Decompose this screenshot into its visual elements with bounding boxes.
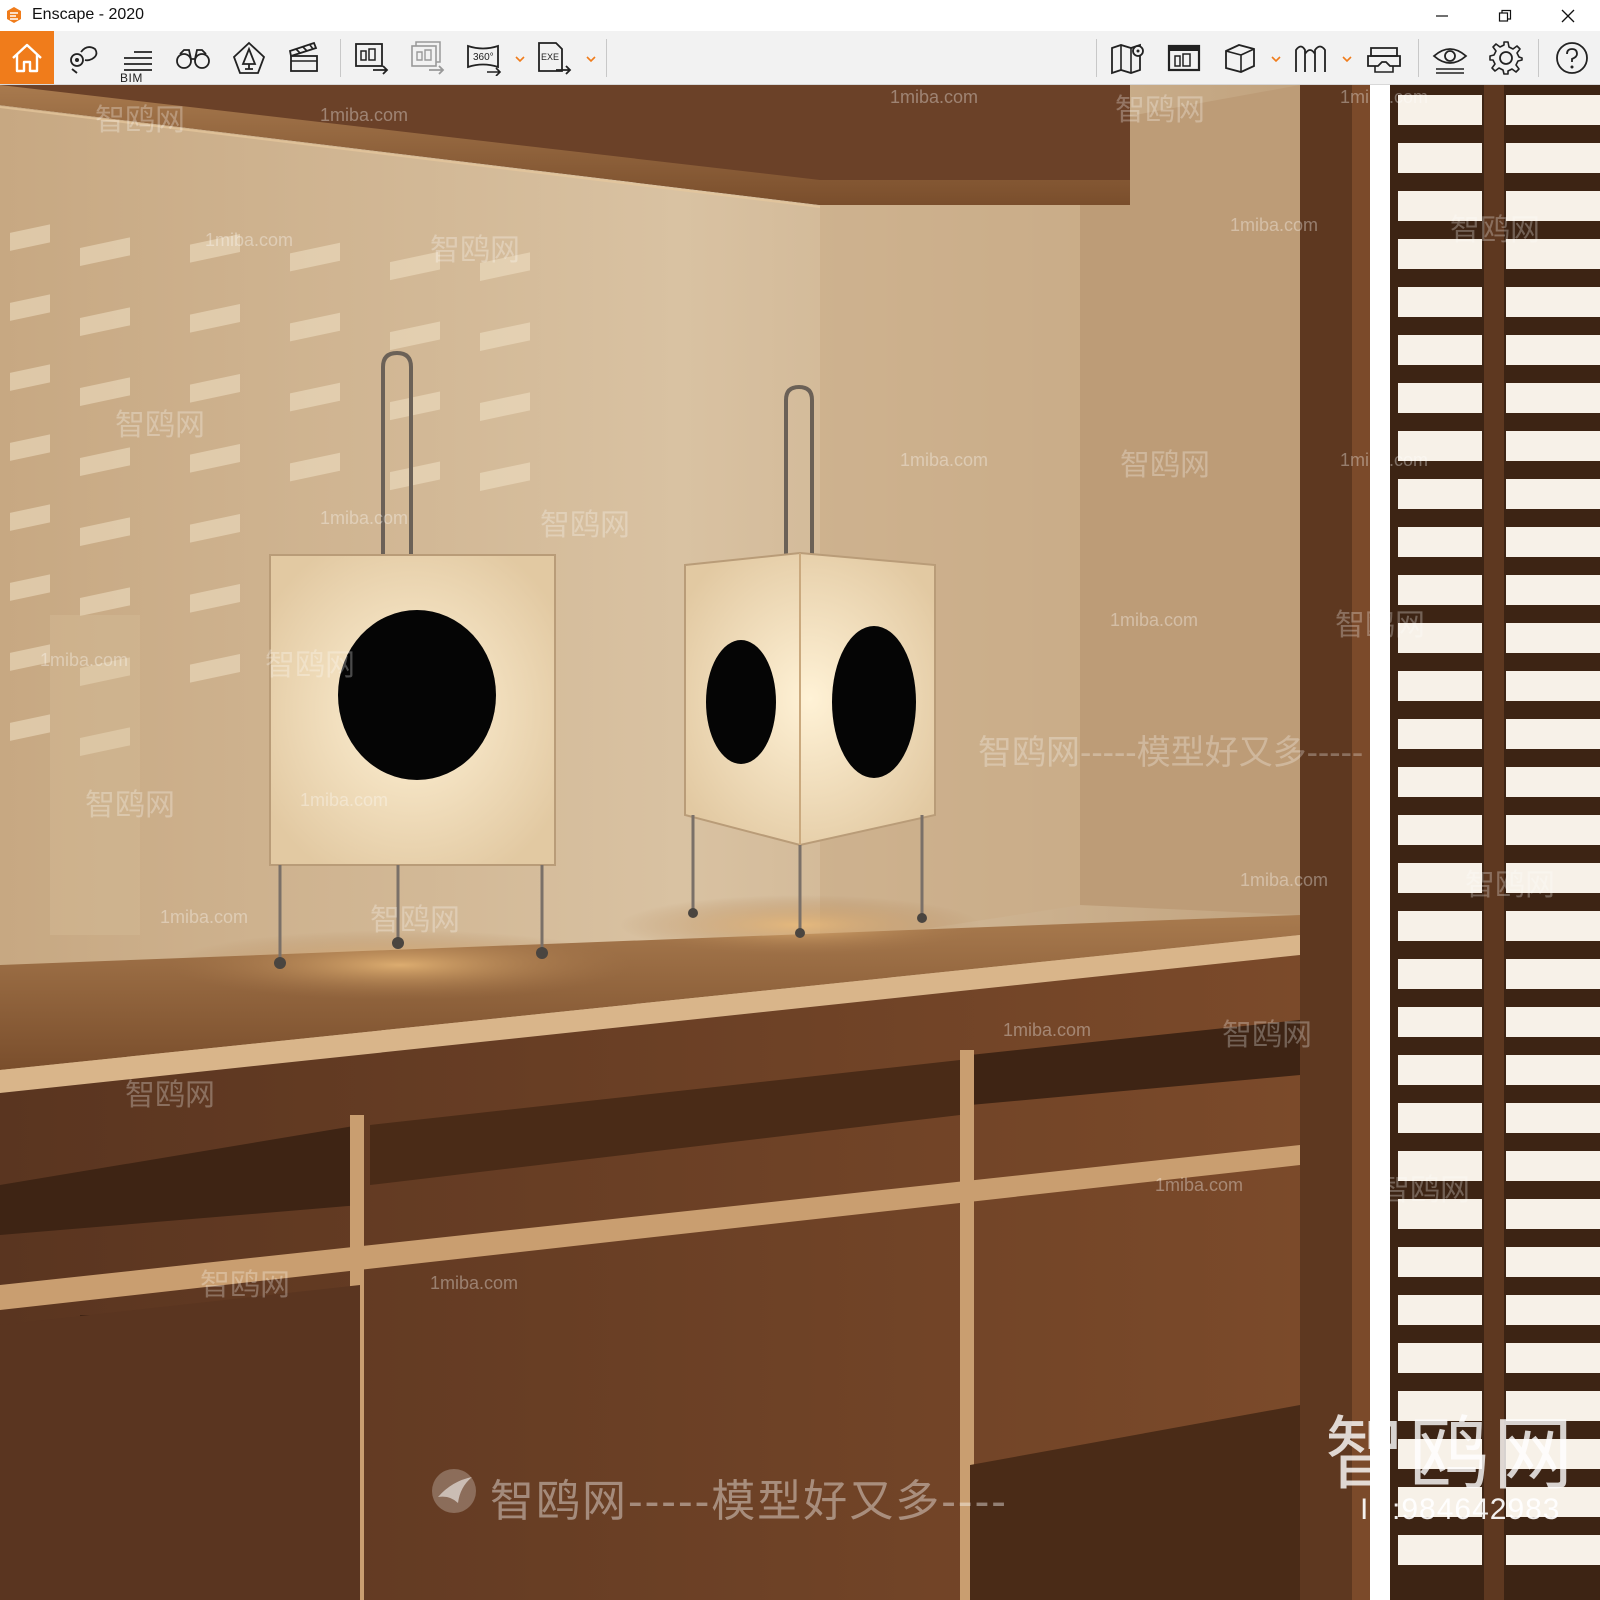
watermark-brand: 智鸥网 [265, 649, 355, 682]
vr-headset-icon [1367, 47, 1401, 73]
views-button[interactable] [61, 36, 105, 80]
watermark-id: ID:984642983 [1360, 1493, 1561, 1526]
asset-library-button[interactable] [227, 36, 271, 80]
gallery-button[interactable] [1162, 36, 1206, 80]
toolbar-separator [1538, 39, 1539, 77]
watermark-site: 1miba.com [430, 1273, 519, 1293]
watermark-site: 1miba.com [160, 907, 249, 927]
watermark-brand: 智鸥网 [115, 409, 205, 442]
watermark-site: 1miba.com [900, 450, 989, 470]
watermark-brand: 智鸥网 [1465, 869, 1555, 902]
help-icon [1556, 42, 1588, 74]
gallery-icon [1167, 44, 1201, 72]
export-dropdown-chevron-down-icon[interactable] [585, 53, 597, 65]
render-image-icon [355, 43, 389, 75]
export-exe-label: EXE [541, 52, 559, 62]
close-button[interactable] [1545, 0, 1591, 31]
atmosphere-icon [1295, 45, 1326, 72]
restore-icon [1498, 9, 1512, 22]
watermark-site: 1miba.com [40, 650, 129, 670]
panorama-360-label: 360° [473, 52, 494, 63]
watermark-site: 1miba.com [205, 230, 294, 250]
atmosphere-dropdown-chevron-down-icon[interactable] [1341, 53, 1353, 65]
rendered-scene [0, 85, 1600, 1600]
watermark-brand: 智鸥网 [85, 789, 175, 822]
atmosphere-button[interactable] [1289, 36, 1333, 80]
export-exe-button[interactable]: EXE [533, 36, 577, 80]
panorama-360-icon: 360° [467, 44, 502, 76]
watermark-brand: 智鸥网 [1335, 609, 1425, 642]
binoculars-icon [176, 49, 210, 69]
watermark-site: 1miba.com [890, 87, 979, 107]
title-bar: Enscape - 2020 [0, 0, 1600, 31]
watermark-brand: 智鸥网 [125, 1079, 215, 1112]
toolbar-separator [1418, 39, 1419, 77]
watermark-brand: 智鸥网 [1115, 94, 1205, 127]
watermark-brand: 智鸥网 [95, 104, 185, 137]
watermark-brand: 智鸥网 [370, 904, 460, 937]
video-editor-button[interactable] [282, 36, 326, 80]
walk-mode-button[interactable] [171, 36, 215, 80]
settings-button[interactable] [1484, 36, 1528, 80]
panorama-dropdown-chevron-down-icon[interactable] [514, 53, 526, 65]
watermark-brand: 智鸥网 [1120, 449, 1210, 482]
toolbar-separator [340, 39, 341, 77]
minimize-icon [1436, 14, 1448, 17]
watermark-site: 1miba.com [1155, 1175, 1244, 1195]
watermark-brand: 智鸥网 [1450, 214, 1540, 247]
watermark-big-brand: 智鸥网 [1325, 1408, 1577, 1501]
section-dropdown-chevron-down-icon[interactable] [1270, 53, 1282, 65]
restore-button[interactable] [1482, 0, 1528, 31]
window-title: Enscape - 2020 [32, 6, 145, 23]
watermark-slogan: 智鸥网-----模型好又多----- [978, 734, 1364, 772]
export-exe-icon: EXE [538, 42, 572, 75]
main-toolbar: BIM 360° EXE [0, 31, 1600, 109]
watermark-brand: 智鸥网 [1380, 1174, 1470, 1207]
bim-label: BIM [120, 71, 143, 85]
batch-render-button[interactable] [406, 36, 450, 80]
watermark-brand: 智鸥网 [430, 234, 520, 267]
gear-icon [1489, 41, 1523, 75]
render-image-button[interactable] [350, 36, 394, 80]
help-button[interactable] [1550, 36, 1594, 80]
toolbar-separator [1096, 39, 1097, 77]
toolbar-separator [606, 39, 607, 77]
watermark-site: 1miba.com [1340, 450, 1429, 470]
home-button[interactable] [0, 31, 54, 84]
tree-asset-icon [232, 41, 266, 74]
watermark-site: 1miba.com [1230, 215, 1319, 235]
location-pin-icon [70, 46, 98, 74]
watermark-site: 1miba.com [320, 508, 409, 528]
watermark-site: 1miba.com [1240, 870, 1329, 890]
batch-render-icon [411, 41, 445, 75]
close-icon [1561, 9, 1575, 22]
watermark-brand: 智鸥网 [1222, 1019, 1312, 1052]
clapperboard-icon [288, 41, 318, 72]
render-viewport[interactable]: 1miba.com 1miba.com 1miba.com 智鸥网 智鸥网 1m… [0, 85, 1600, 1600]
map-icon [1111, 43, 1144, 75]
box-section-icon [1225, 44, 1255, 73]
watermark-brand: 智鸥网 [200, 1269, 290, 1302]
watermark-site: 1miba.com [1110, 610, 1199, 630]
home-icon [12, 43, 42, 72]
watermark-site: 1miba.com [300, 790, 389, 810]
visual-settings-button[interactable] [1428, 36, 1472, 80]
minimize-button[interactable] [1419, 0, 1465, 31]
watermark-brand: 智鸥网 [540, 509, 630, 542]
watermark-bird-logo-icon [432, 1469, 476, 1513]
watermark-site: 1miba.com [320, 105, 409, 125]
map-button[interactable] [1106, 36, 1150, 80]
section-box-button[interactable] [1218, 36, 1262, 80]
vr-headset-button[interactable] [1362, 36, 1406, 80]
watermark-site: 1miba.com [1340, 87, 1429, 107]
watermark-bottom-slogan: 智鸥网-----模型好又多---- [490, 1477, 1008, 1526]
render-panorama-button[interactable]: 360° [462, 36, 506, 80]
eye-icon [1432, 48, 1468, 74]
enscape-logo-icon [7, 7, 21, 23]
watermark-site: 1miba.com [1003, 1020, 1092, 1040]
